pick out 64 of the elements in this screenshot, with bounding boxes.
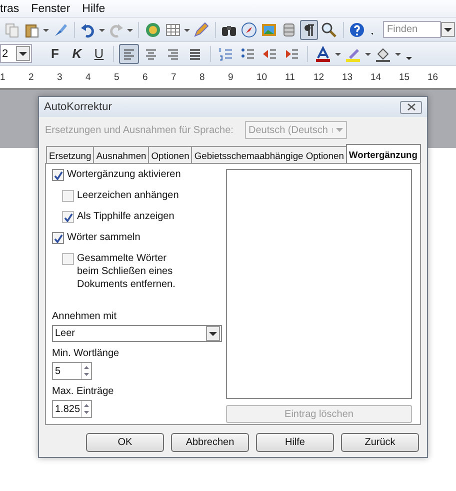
ruler-number: 15: [399, 72, 411, 82]
menu-item[interactable]: tras: [0, 2, 20, 14]
checkbox-label[interactable]: Leerzeichen anhängen: [77, 189, 179, 202]
field-label: Min. Wortlänge: [52, 348, 120, 359]
spin-arrows-icon[interactable]: [82, 402, 91, 416]
spin-field[interactable]: 5: [52, 362, 92, 380]
window-title: AutoKorrektur: [44, 101, 112, 113]
spin-arrows-icon[interactable]: [82, 364, 91, 378]
field-label: Max. Einträge: [52, 386, 115, 397]
ruler-number: 8: [200, 72, 206, 82]
checkbox[interactable]: [52, 169, 64, 181]
accept-dropdown[interactable]: Leer: [52, 325, 222, 342]
checkbox[interactable]: [62, 190, 74, 202]
checkbox-label[interactable]: Als Tipphilfe anzeigen: [77, 210, 174, 223]
ruler-number: 13: [342, 72, 354, 82]
checkbox[interactable]: [62, 253, 74, 265]
menu-item[interactable]: Fenster: [31, 2, 70, 14]
caret-icon[interactable]: [209, 330, 217, 336]
ruler-number: 5: [114, 72, 120, 82]
ruler-number: 1: [0, 72, 6, 82]
ruler-number: 2: [28, 72, 35, 82]
language-label: Ersetzungen und Ausnahmen für Sprache:: [45, 124, 234, 136]
ruler-number: 7: [171, 72, 178, 82]
tab[interactable]: Wortergänzung: [346, 144, 420, 163]
ruler-number: 14: [370, 72, 382, 82]
text-style-button[interactable]: F: [46, 44, 64, 62]
caret-icon[interactable]: [444, 26, 452, 32]
dropdown-button[interactable]: [440, 22, 455, 37]
caret-icon[interactable]: [19, 50, 27, 56]
ruler-number: 6: [142, 72, 149, 82]
ruler-number: 16: [428, 72, 440, 82]
dialog-button[interactable]: Zurück: [341, 433, 419, 452]
checkbox-label[interactable]: Wortergänzung aktivieren: [67, 168, 181, 181]
ruler-number: 9: [228, 72, 234, 82]
ruler-number: 10: [256, 72, 268, 82]
field-label: Annehmen mit: [52, 311, 118, 322]
dropdown-button[interactable]: [16, 46, 30, 61]
checkbox-label[interactable]: Gesammelte Wörter beim Schließen eines Dokuments entfernen.: [77, 252, 189, 291]
close-icon[interactable]: [406, 103, 416, 111]
ruler-number: 12: [314, 72, 326, 82]
text-style-button[interactable]: U: [90, 44, 108, 62]
pencil-icon[interactable]: [192, 20, 210, 40]
align-icon[interactable]: [119, 44, 139, 64]
font-color-icon[interactable]: [313, 44, 333, 64]
tab[interactable]: Ersetzung: [46, 146, 94, 163]
spin-field[interactable]: 1.825: [52, 400, 92, 418]
dialog-button[interactable]: Abbrechen: [171, 433, 249, 452]
checkbox-label[interactable]: Wörter sammeln: [67, 231, 140, 244]
ruler-number: 11: [285, 72, 296, 82]
text-style-button[interactable]: K: [68, 44, 86, 62]
menu-item[interactable]: Hilfe: [82, 2, 106, 14]
ruler-number: 3: [57, 72, 64, 82]
compass-icon[interactable]: [240, 20, 258, 40]
dialog-button[interactable]: OK: [86, 433, 164, 452]
font-size-field[interactable]: 2: [0, 44, 32, 63]
checkbox[interactable]: [52, 232, 64, 244]
close-button[interactable]: [400, 100, 422, 114]
tab[interactable]: Optionen: [148, 146, 192, 163]
dialog-button[interactable]: Hilfe: [256, 433, 334, 452]
ruler-number: 4: [86, 72, 92, 82]
checkbox[interactable]: [62, 211, 74, 223]
pilcrow-icon[interactable]: [300, 20, 318, 40]
tab[interactable]: Gebietsschemaabhängige Optionen: [191, 146, 347, 163]
search-field[interactable]: Finden: [382, 21, 441, 38]
